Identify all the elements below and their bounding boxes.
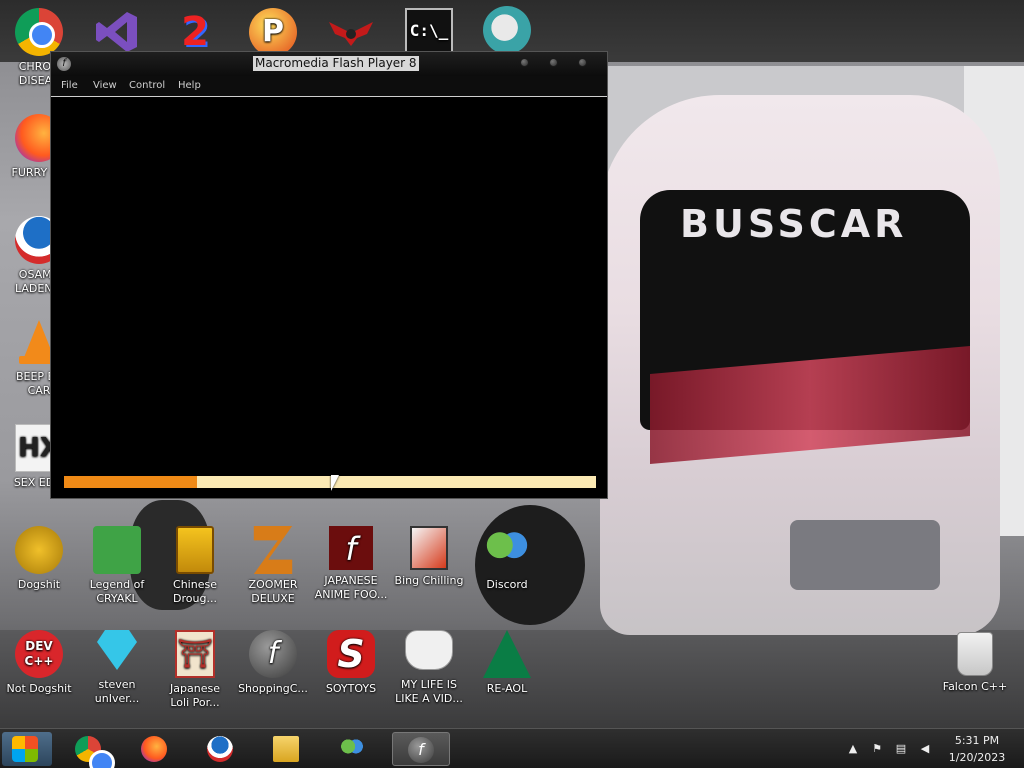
diamond-gem-icon: [97, 630, 137, 670]
desktop-icon-japanese-anime-foo[interactable]: f JAPANESE ANIME FOO...: [312, 526, 390, 602]
volume-icon[interactable]: ◀: [918, 742, 932, 756]
minimize-button[interactable]: [520, 58, 529, 67]
zoomer-z-icon: [253, 526, 293, 574]
network-icon[interactable]: ▤: [894, 742, 908, 756]
maximize-button[interactable]: [549, 58, 558, 67]
desktop-icon-label: Chinese Droug...: [173, 578, 217, 605]
flash-player-icon: f: [408, 737, 434, 763]
file-explorer-icon: [273, 736, 299, 762]
p-ball-icon: P: [249, 8, 297, 56]
desktop-icon-label: ZOOMER DELUXE: [248, 578, 298, 605]
desktop-icon-shoppingc[interactable]: f ShoppingC...: [234, 630, 312, 696]
obama-logo-icon: [207, 736, 233, 762]
mahjong-tile-icon: [176, 526, 214, 574]
taskbar-flash-player[interactable]: f: [392, 732, 450, 766]
dogshit-icon: [15, 526, 63, 574]
desktop-icon-label: SOYTOYS: [325, 682, 377, 695]
dev-cpp-icon: DEV C++: [15, 630, 63, 678]
desktop-icon-legend-of-cryakl[interactable]: Legend of CRYAKL: [78, 526, 156, 606]
close-button[interactable]: [578, 58, 587, 67]
desktop-icon-japanese-loli-por[interactable]: ⛩ Japanese Loli Por...: [156, 630, 234, 710]
menu-help[interactable]: Help: [178, 80, 201, 92]
red-emblem-icon: [327, 8, 375, 56]
desktop-icon-label: Not Dogshit: [6, 682, 72, 695]
menu-control[interactable]: Control: [129, 80, 165, 92]
desktop-icon-dogshit[interactable]: Dogshit: [0, 526, 78, 592]
aol-triangle-icon: [483, 630, 531, 678]
desktop-icon-label: Dogshit: [17, 578, 61, 591]
loading-progress-fill: [64, 476, 197, 488]
desktop-icon-chinese-droug[interactable]: Chinese Droug...: [156, 526, 234, 606]
windows-logo-icon: [12, 736, 38, 762]
desktop-icon-discord[interactable]: Discord: [468, 526, 546, 592]
visual-studio-icon: [93, 8, 141, 56]
clock-time[interactable]: 5:31 PM: [940, 734, 1014, 747]
discord-messenger-icon: [483, 526, 531, 574]
flash-red-icon: f: [329, 526, 373, 570]
desktop-icon-label: Bing Chilling: [394, 574, 464, 587]
desktop-icon-label: Discord: [486, 578, 528, 591]
firefox-icon: [141, 736, 167, 762]
taskbar-chrome[interactable]: [60, 732, 118, 768]
desktop-icon-bing-chilling[interactable]: Bing Chilling: [390, 526, 468, 588]
mouse-cursor-icon: [331, 475, 339, 491]
start-button[interactable]: [2, 732, 52, 766]
taskbar-file-explorer[interactable]: [258, 732, 316, 766]
desktop-icon-steven-universe[interactable]: steven unIver...: [78, 630, 156, 706]
taskbar-messenger[interactable]: [324, 732, 382, 766]
recycle-bin-icon: [957, 632, 993, 676]
desktop-icon-label: Legend of CRYAKL: [89, 578, 145, 605]
desktop-icon-label: Falcon C++: [942, 680, 1008, 693]
messenger-icon: [339, 736, 365, 762]
desktop-icon-not-dogshit[interactable]: DEV C++ Not Dogshit: [0, 630, 78, 696]
command-prompt-icon: C:\_: [405, 8, 453, 56]
taskbar-firefox[interactable]: [126, 732, 184, 766]
desktop-icon-soytoys[interactable]: S SOYTOYS: [312, 630, 390, 696]
menu-file[interactable]: File: [61, 80, 78, 92]
desktop-icon-label: steven unIver...: [94, 678, 140, 705]
loading-progress-bar: [64, 476, 596, 488]
desktop-icon-falcon-cpp[interactable]: Falcon C++: [936, 632, 1014, 694]
flash-player-icon: f: [249, 630, 297, 678]
desktop-icon-my-life-is-like-a-vid[interactable]: MY LIFE IS LIKE A VID...: [390, 630, 468, 706]
santa-globe-icon: [483, 6, 531, 54]
desktop-icon-zoomer-deluxe[interactable]: ZOOMER DELUXE: [234, 526, 312, 606]
flash-player-window[interactable]: f Macromedia Flash Player 8 File View Co…: [50, 51, 608, 499]
taskbar: f ▲ ⚑ ▤ ◀ 5:31 PM 1/20/2023: [0, 728, 1024, 768]
desktop-icon-label: ShoppingC...: [238, 682, 308, 695]
menu-bar: File View Control Help: [51, 76, 607, 97]
soytoys-s-icon: S: [327, 630, 375, 678]
chrome-icon: [75, 736, 115, 768]
window-title: Macromedia Flash Player 8: [253, 56, 419, 71]
show-hidden-icons-icon[interactable]: ▲: [846, 742, 860, 756]
window-titlebar[interactable]: f Macromedia Flash Player 8: [51, 52, 607, 76]
number-2-icon: 2: [181, 9, 209, 55]
torii-gate-icon: ⛩: [175, 630, 215, 678]
desktop-icon-label: JAPANESE ANIME FOO...: [314, 574, 388, 601]
action-center-flag-icon[interactable]: ⚑: [870, 742, 884, 756]
flash-app-icon[interactable]: f: [57, 57, 71, 71]
desktop-icon-re-aol[interactable]: RE-AOL: [468, 630, 546, 696]
taskbar-obama[interactable]: [192, 732, 250, 766]
flash-stage[interactable]: [51, 98, 607, 498]
chrome-icon: [15, 8, 63, 56]
pixel-character-icon: [93, 526, 141, 574]
desktop-icon-label: MY LIFE IS LIKE A VID...: [395, 678, 463, 705]
wallpaper-bus-grille: [790, 520, 940, 590]
wallpaper-bus-logo: BUSSCAR: [680, 202, 908, 246]
gamepad-icon: [405, 630, 453, 670]
desktop-icon-label: Japanese Loli Por...: [170, 682, 220, 709]
desktop-icon-label: RE-AOL: [486, 682, 528, 695]
menu-view[interactable]: View: [93, 80, 117, 92]
bing-chilling-icon: [410, 526, 448, 570]
clock-date[interactable]: 1/20/2023: [940, 751, 1014, 764]
